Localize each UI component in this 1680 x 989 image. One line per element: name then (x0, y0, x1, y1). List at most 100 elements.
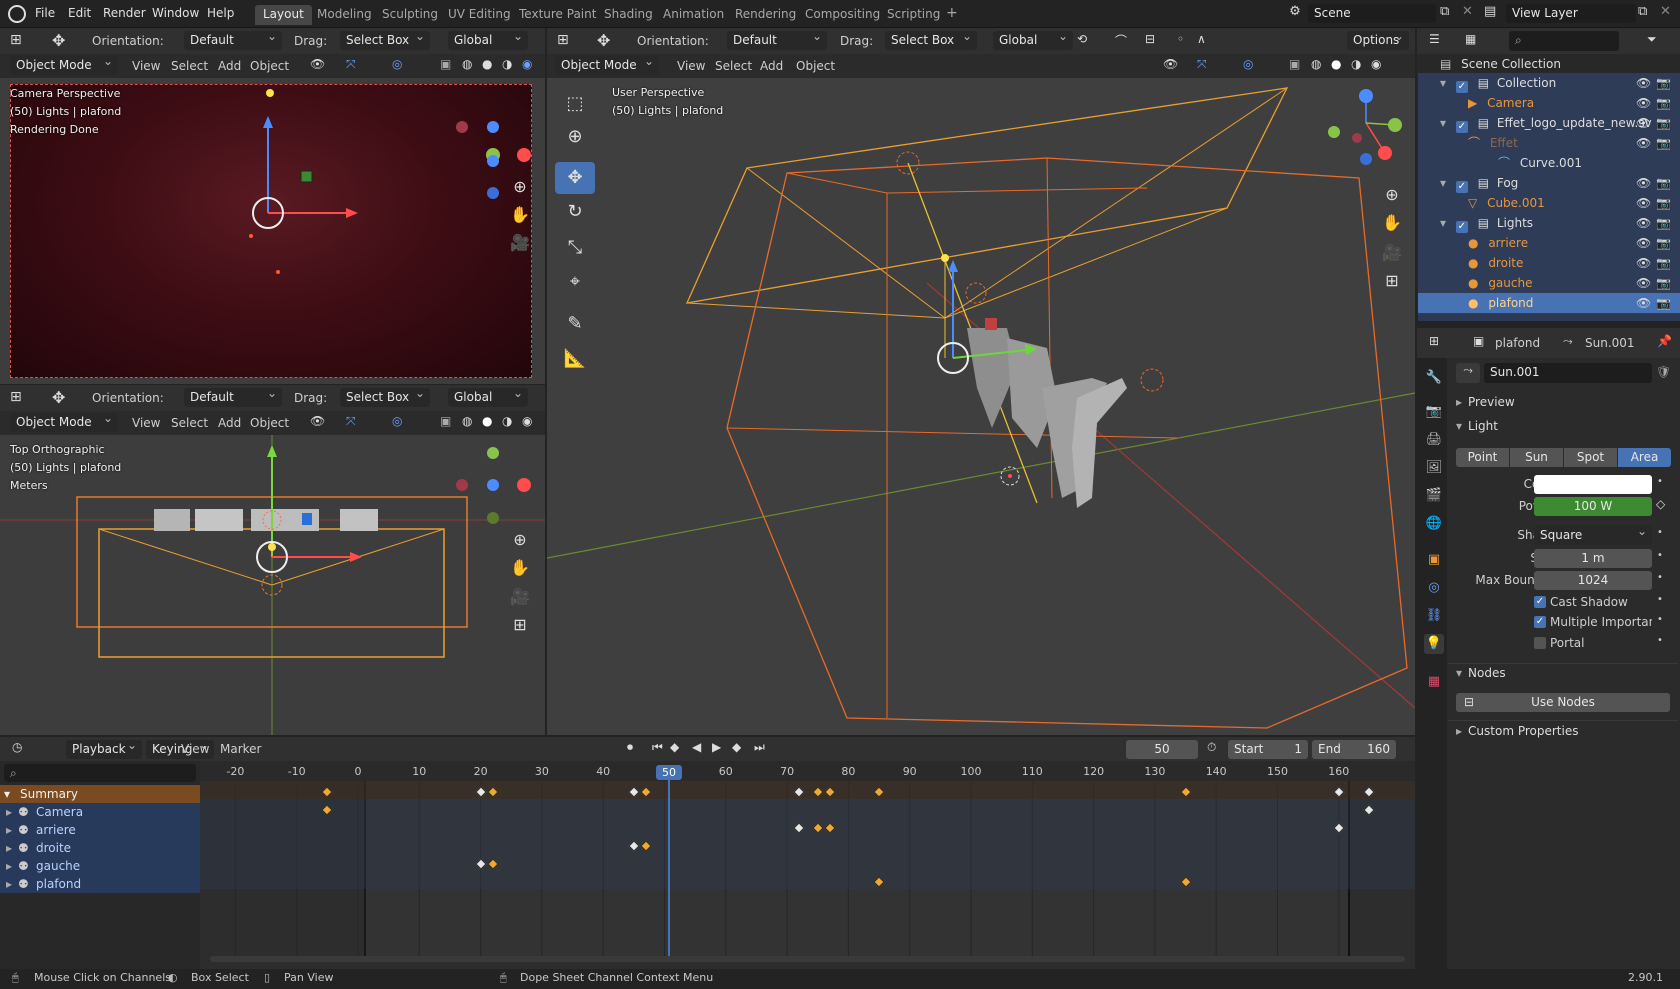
eye-icon[interactable]: 👁 (1636, 236, 1651, 250)
keyframe-diamond-icon[interactable]: ◇ (1656, 497, 1665, 511)
pan-hand-icon[interactable]: ✋ (508, 203, 532, 227)
tab-texture-paint[interactable]: Texture Paint (511, 5, 604, 25)
object-tab-icon[interactable]: ▣ (1424, 550, 1444, 570)
tab-layout[interactable]: Layout (255, 5, 312, 25)
menu-edit[interactable]: Edit (68, 6, 91, 20)
render-camera-icon[interactable]: 📷 (1656, 176, 1671, 190)
record-icon[interactable]: ⏺ (627, 740, 633, 755)
rotate-tool-icon[interactable]: ↻ (555, 196, 595, 228)
channel-plafond[interactable]: ▸ ⚉ plafond (0, 875, 200, 893)
zoom-icon[interactable]: ⊕ (508, 528, 532, 552)
eye-icon[interactable]: 👁 (1636, 216, 1651, 230)
jump-start-icon[interactable]: ⏮ (652, 740, 663, 755)
jump-end-icon[interactable]: ⏭ (754, 740, 765, 755)
play-reverse-icon[interactable]: ◀ (692, 740, 701, 754)
keyframe-dot-icon[interactable]: • (1657, 550, 1663, 561)
tab-rendering[interactable]: Rendering (727, 5, 804, 25)
start-frame-field[interactable]: Start 1 (1228, 740, 1308, 759)
pan-hand-icon[interactable]: ✋ (508, 556, 532, 580)
power-field[interactable]: 100 W (1534, 497, 1652, 516)
output-tab-icon[interactable]: 🖨 (1424, 430, 1444, 450)
prev-keyframe-icon[interactable]: ◆ (670, 740, 679, 754)
menu-file[interactable]: File (35, 6, 55, 20)
checkbox-icon[interactable]: ✓ (1455, 221, 1468, 233)
keyframe-dot-icon[interactable]: • (1657, 476, 1663, 487)
next-keyframe-icon[interactable]: ◆ (732, 740, 741, 754)
move-tool-button[interactable]: ✥ (555, 162, 595, 194)
light-type-spot[interactable]: Spot (1564, 448, 1617, 467)
constraints-tab-icon[interactable]: ⛓ (1424, 606, 1444, 626)
new-scene-icon[interactable]: ⧉ (1440, 4, 1449, 19)
render-camera-icon[interactable]: 📷 (1656, 276, 1671, 290)
light-type-sun[interactable]: Sun (1510, 448, 1563, 467)
delete-view-layer-icon[interactable]: ✕ (1660, 4, 1671, 19)
fake-user-shield-icon[interactable]: 🛡 (1656, 365, 1671, 379)
playback-dropdown[interactable]: Playback (66, 740, 142, 759)
end-frame-field[interactable]: End 160 (1312, 740, 1396, 759)
editor-type-icon[interactable]: ◷ (12, 740, 22, 754)
select-box-tool-icon[interactable]: ⬚ (555, 88, 595, 120)
delete-scene-icon[interactable]: ✕ (1462, 4, 1473, 19)
stopwatch-icon[interactable]: ⏱ (1207, 740, 1216, 755)
camera-viewport[interactable]: ⊞ ✥ Orientation: Default Drag: Select Bo… (0, 28, 545, 384)
eye-icon[interactable]: 👁 (1636, 296, 1651, 310)
outliner-row-curve[interactable]: ⌒ Curve.001 (1418, 153, 1680, 173)
cursor-tool-icon[interactable]: ⊕ (555, 121, 595, 153)
outliner-search-input[interactable]: ⌕ (1509, 31, 1619, 51)
tab-animation[interactable]: Animation (655, 5, 732, 25)
tab-uv-editing[interactable]: UV Editing (440, 5, 519, 25)
channel-camera[interactable]: ▸ ⚉ Camera (0, 803, 200, 821)
expand-icon[interactable]: ▾ (1440, 116, 1446, 130)
zoom-icon[interactable]: ⊕ (1380, 183, 1404, 207)
max-bounces-field[interactable]: 1024 (1534, 571, 1652, 590)
color-swatch[interactable] (1534, 475, 1652, 494)
keyframe-dot-icon[interactable]: • (1657, 614, 1663, 625)
scale-tool-icon[interactable]: ⤡ (555, 232, 595, 264)
eye-icon[interactable]: 👁 (1636, 196, 1651, 210)
camera-view-icon[interactable]: 🎥 (508, 585, 532, 609)
render-camera-icon[interactable]: 📷 (1656, 116, 1671, 130)
eye-icon[interactable]: 👁 (1636, 276, 1651, 290)
keyframe-dot-icon[interactable]: • (1657, 594, 1663, 605)
channel-gauche[interactable]: ▸ ⚉ gauche (0, 857, 200, 875)
expand-icon[interactable]: ▾ (1440, 76, 1446, 90)
outliner-row-scene-collection[interactable]: ▤ Scene Collection (1418, 54, 1680, 74)
size-field[interactable]: 1 m (1534, 549, 1652, 568)
menu-render[interactable]: Render (103, 6, 146, 20)
expand-icon[interactable]: ▾ (1440, 216, 1446, 230)
channel-droite[interactable]: ▸ ⚉ droite (0, 839, 200, 857)
channel-search-input[interactable]: ⌕ (4, 764, 196, 782)
eye-icon[interactable]: 👁 (1636, 176, 1651, 190)
eye-icon[interactable]: 👁 (1636, 116, 1651, 130)
multiple-importance-checkbox[interactable]: ✓ (1534, 616, 1546, 628)
checkbox-icon[interactable]: ✓ (1455, 181, 1468, 193)
shape-dropdown[interactable]: Square (1534, 526, 1652, 545)
eye-icon[interactable]: 👁 (1636, 136, 1651, 150)
horizontal-scrollbar[interactable] (210, 956, 1405, 962)
tab-shading[interactable]: Shading (596, 5, 661, 25)
scene-name-field[interactable]: Scene (1308, 4, 1436, 23)
tab-modeling[interactable]: Modeling (309, 5, 380, 25)
new-view-layer-icon[interactable]: ⧉ (1638, 4, 1647, 19)
filter-icon[interactable]: ⏷ (1647, 32, 1657, 47)
display-mode-icon[interactable]: ▦ (1465, 32, 1476, 46)
keyframe-dot-icon[interactable]: • (1657, 635, 1663, 646)
portal-checkbox[interactable] (1534, 637, 1546, 649)
annotate-tool-icon[interactable]: ✎ (555, 308, 595, 340)
light-datablock-browse-icon[interactable]: ⤳ (1456, 363, 1480, 383)
render-camera-icon[interactable]: 📷 (1656, 216, 1671, 230)
nodes-panel-header[interactable]: ▾ Nodes (1456, 666, 1670, 686)
light-data-tab-icon[interactable]: 💡 (1424, 634, 1444, 654)
add-workspace-icon[interactable]: + (946, 5, 958, 21)
blender-logo-icon[interactable] (8, 5, 26, 23)
world-tab-icon[interactable]: 🌐 (1424, 514, 1444, 534)
checkbox-icon[interactable]: ✓ (1455, 81, 1468, 93)
tab-compositing[interactable]: Compositing (797, 5, 888, 25)
custom-properties-panel-header[interactable]: ▸ Custom Properties (1456, 724, 1670, 744)
pan-hand-icon[interactable]: ✋ (1380, 211, 1404, 235)
use-nodes-button[interactable]: ⊟ Use Nodes (1456, 693, 1670, 712)
cast-shadow-checkbox[interactable]: ✓ (1534, 596, 1546, 608)
render-camera-icon[interactable]: 📷 (1656, 196, 1671, 210)
light-type-point[interactable]: Point (1456, 448, 1509, 467)
measure-tool-icon[interactable]: 📐 (555, 343, 595, 375)
